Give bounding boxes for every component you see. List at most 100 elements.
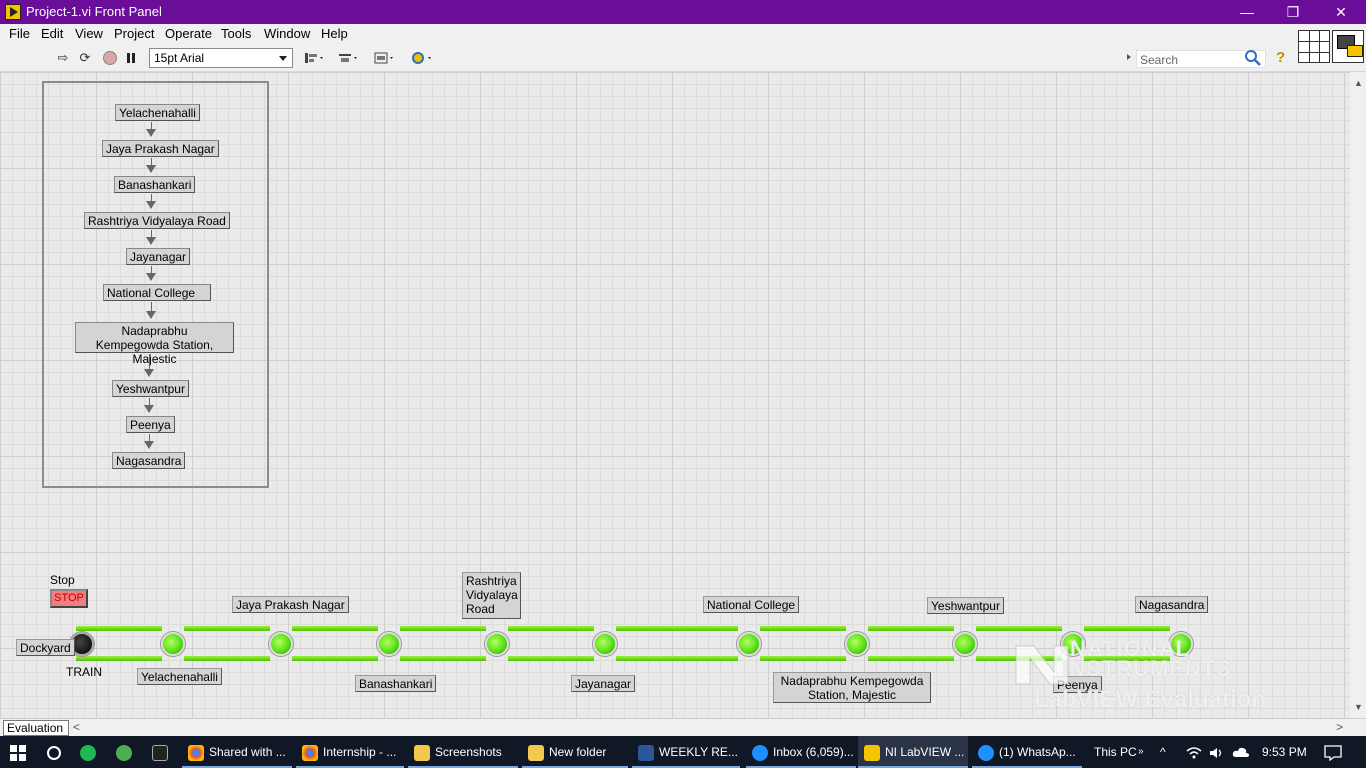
distribute-objects-icon[interactable]	[336, 50, 362, 66]
utorrent-icon[interactable]	[116, 736, 140, 768]
scroll-left-icon[interactable]: <	[73, 720, 80, 734]
menu-project[interactable]: Project	[114, 26, 154, 41]
connector-pane-icon[interactable]	[1298, 30, 1330, 63]
flow-station: Yeshwantpur	[112, 380, 189, 397]
station-led[interactable]	[737, 632, 761, 656]
menu-edit[interactable]: Edit	[41, 26, 63, 41]
show-hidden-icons-icon[interactable]: ^	[1160, 736, 1166, 768]
abort-icon[interactable]	[101, 50, 119, 66]
folder-icon	[414, 744, 430, 761]
resize-objects-icon[interactable]	[372, 50, 398, 66]
scroll-down-icon[interactable]: ▼	[1354, 702, 1363, 712]
flow-station: Banashankari	[114, 176, 196, 193]
pause-icon[interactable]	[122, 50, 140, 66]
track-label-nagasandra: Nagasandra	[1135, 596, 1209, 613]
search-expand-icon[interactable]	[1127, 54, 1131, 60]
spotify-icon[interactable]	[80, 736, 104, 768]
cortana-icon[interactable]	[42, 736, 66, 768]
station-led[interactable]	[485, 632, 509, 656]
track-label-rv-road-line: Vidyalaya	[466, 588, 518, 602]
taskbar-item-word[interactable]: WEEKLY RE...	[632, 736, 740, 768]
rail-lower	[868, 656, 954, 661]
rail-lower	[760, 656, 846, 661]
flow-connector	[149, 354, 150, 370]
chevron-down-icon	[279, 56, 287, 61]
menu-window[interactable]: Window	[264, 26, 310, 41]
word-icon	[638, 744, 654, 761]
windows-start-icon[interactable]	[0, 736, 36, 768]
track-label-yelachenahalli: Yelachenahalli	[137, 668, 222, 685]
station-led[interactable]	[377, 632, 401, 656]
run-continuously-icon[interactable]: ⟳	[76, 50, 94, 66]
chrome-icon	[302, 744, 318, 761]
font-select[interactable]: 15pt Arial	[149, 48, 293, 68]
taskbar-item-new-folder[interactable]: New folder	[522, 736, 628, 768]
wifi-icon[interactable]	[1186, 736, 1202, 768]
track-label-banashankari: Banashankari	[355, 675, 437, 692]
rail-upper	[616, 626, 738, 631]
evaluation-label: Evaluation	[3, 720, 69, 736]
station-led[interactable]	[161, 632, 185, 656]
search-icon[interactable]	[1244, 49, 1262, 67]
scroll-up-icon[interactable]: ▲	[1354, 78, 1363, 88]
menu-bar: File Edit View Project Operate Tools Win…	[0, 24, 1366, 44]
menu-file[interactable]: File	[9, 26, 30, 41]
rail-upper	[508, 626, 594, 631]
font-select-value: 15pt Arial	[154, 51, 205, 65]
rail-upper	[76, 626, 162, 631]
arrow-down-icon	[146, 311, 156, 319]
taskbar-item-screenshots[interactable]: Screenshots	[408, 736, 518, 768]
station-led[interactable]	[1169, 632, 1193, 656]
menu-help[interactable]: Help	[321, 26, 348, 41]
menu-tools[interactable]: Tools	[221, 26, 251, 41]
arrow-down-icon	[146, 165, 156, 173]
station-led[interactable]	[953, 632, 977, 656]
taskbar-item-inbox[interactable]: Inbox (6,059)...	[746, 736, 856, 768]
close-button[interactable]: ✕	[1318, 0, 1364, 24]
rail-lower	[400, 656, 486, 661]
flow-station: Rashtriya Vidyalaya Road	[84, 212, 230, 229]
this-pc-toolbar[interactable]: This PC	[1094, 736, 1137, 768]
minimize-button[interactable]: —	[1224, 0, 1270, 24]
rail-lower	[184, 656, 270, 661]
help-icon[interactable]: ?	[1276, 49, 1285, 66]
reorder-icon[interactable]	[410, 50, 436, 66]
vertical-scrollbar[interactable]: ▲ ▼	[1350, 72, 1366, 718]
taskbar-item-chrome-internship[interactable]: Internship - ...	[296, 736, 404, 768]
chevron-icon[interactable]: »	[1138, 736, 1144, 768]
stop-button[interactable]: STOP	[50, 589, 88, 608]
restore-button[interactable]: ❐	[1270, 0, 1316, 24]
arrow-down-icon	[146, 129, 156, 137]
scroll-right-icon[interactable]: >	[1336, 720, 1343, 734]
flow-station: Peenya	[126, 416, 175, 433]
onedrive-icon[interactable]	[1232, 736, 1250, 768]
station-led[interactable]	[845, 632, 869, 656]
labview-vi-icon	[5, 4, 21, 20]
taskbar-item-label: NI LabVIEW ...	[885, 745, 965, 759]
dockyard-label: Dockyard	[16, 639, 75, 656]
rail-lower	[76, 656, 162, 661]
volume-icon[interactable]	[1208, 736, 1224, 768]
taskbar-item-label: Shared with ...	[209, 745, 286, 759]
align-objects-icon[interactable]	[302, 50, 328, 66]
rail-upper	[760, 626, 846, 631]
taskbar-item-labview[interactable]: NI LabVIEW ...	[858, 736, 968, 768]
clock-time[interactable]: 9:53 PM	[1262, 736, 1307, 768]
command-prompt-icon[interactable]	[152, 736, 176, 768]
menu-operate[interactable]: Operate	[165, 26, 212, 41]
rail-upper	[976, 626, 1062, 631]
run-icon[interactable]: ⇨	[54, 50, 72, 66]
taskbar-item-label: Inbox (6,059)...	[773, 745, 854, 759]
vi-icon[interactable]	[1332, 30, 1364, 63]
taskbar-item-whatsapp[interactable]: (1) WhatsAp...	[972, 736, 1082, 768]
notifications-icon[interactable]	[1324, 736, 1342, 768]
station-led[interactable]	[269, 632, 293, 656]
track-label-rv-road: Rashtriya Vidyalaya Road	[462, 572, 521, 619]
taskbar-item-chrome-shared[interactable]: Shared with ...	[182, 736, 292, 768]
menu-view[interactable]: View	[75, 26, 103, 41]
taskbar: Shared with ... Internship - ... Screens…	[0, 736, 1366, 768]
taskbar-item-label: Internship - ...	[323, 745, 397, 759]
arrow-down-icon	[144, 441, 154, 449]
station-led[interactable]	[593, 632, 617, 656]
station-led[interactable]	[1061, 632, 1085, 656]
